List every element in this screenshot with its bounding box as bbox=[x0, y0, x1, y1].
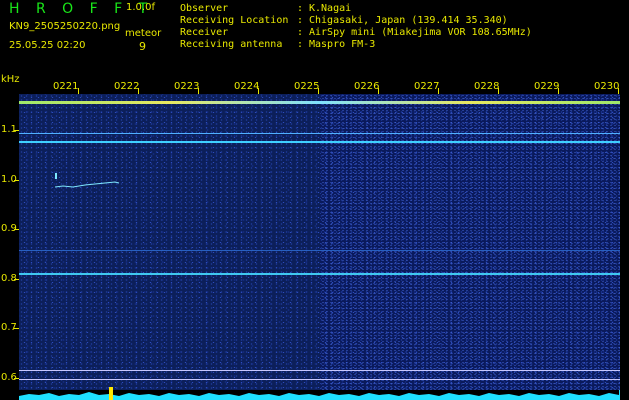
receiver-value: AirSpy mini (Miakejima VOR 108.65MHz) bbox=[309, 27, 532, 38]
y-tick bbox=[14, 328, 19, 329]
y-tick bbox=[14, 229, 19, 230]
waterfall-noise-right bbox=[320, 94, 620, 400]
location-colon: : bbox=[297, 15, 304, 26]
x-tick-label: 0227 bbox=[414, 81, 440, 92]
antenna-colon: : bbox=[297, 39, 304, 50]
signal-peak-marker bbox=[109, 387, 113, 400]
filename-label: KN9_2505250220.png bbox=[9, 21, 121, 32]
hrofft-window: H R O F F T 1.0.0f KN9_2505250220.png me… bbox=[0, 0, 629, 400]
x-tick-label: 0223 bbox=[174, 81, 200, 92]
x-tick-label: 0224 bbox=[234, 81, 260, 92]
reference-line bbox=[19, 273, 620, 275]
x-tick-label: 0221 bbox=[53, 81, 79, 92]
location-key: Receiving Location bbox=[180, 15, 289, 26]
location-value: Chigasaki, Japan (139.414 35.340) bbox=[309, 15, 508, 26]
y-axis-unit: kHz bbox=[1, 74, 20, 85]
y-tick bbox=[14, 130, 19, 131]
reference-line bbox=[19, 133, 620, 134]
timestamp-label: 25.05.25 02:20 bbox=[9, 40, 86, 51]
x-tick-label: 0228 bbox=[474, 81, 500, 92]
meteor-label: meteor bbox=[125, 28, 162, 39]
meteor-count: 9 bbox=[139, 40, 146, 53]
reference-line bbox=[19, 379, 620, 380]
reference-line bbox=[19, 370, 620, 371]
meteor-echo bbox=[55, 181, 120, 189]
version-label: 1.0.0f bbox=[126, 2, 155, 13]
receiver-key: Receiver bbox=[180, 27, 229, 38]
observer-key: Observer bbox=[180, 3, 229, 14]
x-tick-label: 0226 bbox=[354, 81, 380, 92]
x-tick-label: 0222 bbox=[114, 81, 140, 92]
receiver-colon: : bbox=[297, 27, 304, 38]
y-tick bbox=[14, 180, 19, 181]
y-tick bbox=[14, 279, 19, 280]
reference-line bbox=[19, 141, 620, 143]
x-tick-label: 0225 bbox=[294, 81, 320, 92]
x-tick-label: 0229 bbox=[534, 81, 560, 92]
antenna-key: Receiving antenna bbox=[180, 39, 283, 50]
reference-line bbox=[19, 250, 620, 251]
carrier-signal-line bbox=[19, 101, 620, 104]
observer-colon: : bbox=[297, 3, 304, 14]
antenna-value: Maspro FM-3 bbox=[309, 39, 376, 50]
x-tick-label: 0230 bbox=[594, 81, 620, 92]
observer-value: K.Nagai bbox=[309, 3, 352, 14]
meteor-echo-mark bbox=[55, 173, 57, 179]
